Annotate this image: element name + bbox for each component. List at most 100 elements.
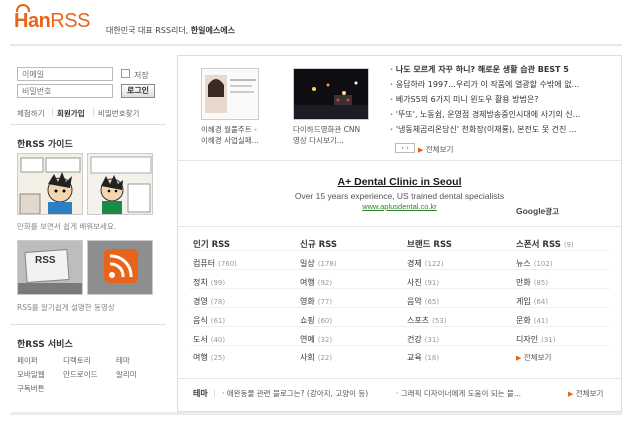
category-item[interactable]: 경영 (78) (193, 296, 225, 307)
signal-icon (16, 4, 30, 12)
category-column-title[interactable]: 스폰서 RSS (9) (516, 238, 574, 250)
comic-thumbnail-1[interactable] (17, 153, 83, 215)
theme-item-1[interactable]: · 애완동물 관련 블로그는? (강아지, 고양이 등) (222, 388, 368, 399)
category-item[interactable]: 건강 (31) (407, 334, 439, 345)
category-item-name: 경영 (193, 297, 208, 306)
service-subscribe-button[interactable]: 구독버튼 (17, 383, 45, 394)
featured-caption-1a[interactable]: 이혜경 월풀주트 - (201, 124, 257, 135)
category-row-divider (190, 250, 610, 251)
category-item-count: (32) (317, 336, 333, 344)
news-pager[interactable]: ‹ › (395, 143, 415, 153)
category-row-divider (190, 269, 610, 270)
news-more-link[interactable]: ▶ 전체보기 (418, 144, 453, 155)
video-thumbnail-2[interactable] (87, 240, 153, 295)
sidebar-divider (10, 324, 166, 325)
rss-card-photo (18, 241, 82, 294)
category-item-name: 만화 (516, 278, 531, 287)
hanrss-logo[interactable]: HanRSS (14, 4, 90, 33)
category-item[interactable]: 일상 (178) (300, 258, 337, 269)
category-item-name: 문화 (516, 316, 531, 325)
comic-thumbnail-2[interactable] (87, 153, 153, 215)
category-item[interactable]: 경제 (122) (407, 258, 444, 269)
category-item[interactable]: 사회 (22) (300, 352, 332, 363)
category-item-name: 컴퓨터 (193, 259, 216, 268)
category-item[interactable]: 영화 (77) (300, 296, 332, 307)
category-item-count: (178) (317, 260, 337, 268)
category-item-count: (40) (210, 336, 226, 344)
category-item[interactable]: 음악 (65) (407, 296, 439, 307)
service-directory[interactable]: 디렉토리 (63, 355, 91, 366)
category-item[interactable]: 게임 (64) (516, 296, 548, 307)
find-password-link[interactable]: 비밀번호찾기 (98, 108, 139, 119)
theme-label: 테마 (193, 389, 208, 398)
featured-caption-2b[interactable]: 영상 다시보기... (293, 135, 344, 146)
category-item[interactable]: 여행 (92) (300, 277, 332, 288)
featured-caption-2a[interactable]: 다이하드영화관 CNN (293, 124, 360, 135)
category-item[interactable]: 스포츠 (53) (407, 315, 446, 326)
guide-video-caption[interactable]: RSS를 알기쉽게 설명한 동영상 (17, 302, 115, 313)
theme-more-link[interactable]: ▶ 전체보기 (568, 388, 603, 399)
trial-link[interactable]: 체험하기 (17, 108, 45, 119)
category-more-link[interactable]: ▶ 전체보기 (516, 352, 551, 363)
news-item[interactable]: '뚜또', 노동쉼, 운영점 경제방송중인시대에 사기의 신... (390, 109, 605, 120)
service-notifier[interactable]: 알리미 (116, 369, 137, 380)
save-checkbox[interactable] (121, 69, 130, 78)
category-title-label: 신규 RSS (300, 240, 338, 250)
service-theme[interactable]: 테마 (116, 355, 130, 366)
category-item[interactable]: 음식 (61) (193, 315, 225, 326)
category-item[interactable]: 쇼핑 (60) (300, 315, 332, 326)
footer-divider (10, 412, 622, 415)
featured-caption-1b[interactable]: 이혜경 사업실패... (201, 135, 259, 146)
category-item[interactable]: 도서 (40) (193, 334, 225, 345)
signup-link[interactable]: 회원가입 (57, 108, 85, 119)
login-button[interactable]: 로그인 (121, 84, 155, 98)
category-item[interactable]: 교육 (18) (407, 352, 439, 363)
google-logo-text: Google (516, 206, 546, 216)
category-column-title[interactable]: 브랜드 RSS (407, 238, 452, 250)
category-item-name: 게임 (516, 297, 531, 306)
category-item[interactable]: 문화 (41) (516, 315, 548, 326)
rss-feed-icon-photo (88, 241, 152, 294)
service-paper[interactable]: 페이퍼 (17, 355, 38, 366)
category-item[interactable]: 여행 (25) (193, 352, 225, 363)
news-more-label: 전체보기 (425, 145, 454, 154)
category-item[interactable]: 만화 (85) (516, 277, 548, 288)
ad-title[interactable]: A+ Dental Clinic in Seoul (178, 176, 621, 188)
ad-label: 광고 (545, 207, 560, 216)
category-item[interactable]: 뉴스 (102) (516, 258, 553, 269)
service-mobile-web[interactable]: 모바일웹 (17, 369, 45, 380)
category-column-title[interactable]: 신규 RSS (300, 238, 337, 250)
email-input[interactable]: 이메일 (17, 67, 113, 81)
category-item[interactable]: 디자인 (31) (516, 334, 555, 345)
category-item-count: (41) (533, 317, 549, 325)
category-item[interactable]: 컴퓨터 (760) (193, 258, 237, 269)
category-item-count: (85) (533, 279, 549, 287)
password-input[interactable]: 비밀번호 (17, 84, 113, 98)
tagline: 대한민국 대표 RSS리더, 한일에스에스 (106, 25, 235, 36)
category-more-label: 전체보기 (523, 353, 552, 362)
theme-item-1-label: 애완동물 관련 블로그는? (강아지, 고양이 등) (226, 389, 369, 398)
category-item-name: 여행 (193, 353, 208, 362)
google-ads-label[interactable]: Google광고 (516, 206, 559, 217)
news-item[interactable]: 베가S5의 6가지 미니 윈도우 활용 방법은? (390, 94, 605, 105)
news-item[interactable]: 응답하라 1997...우리가 이 작품에 열광할 수밖에 없... (390, 79, 605, 90)
category-item-count: (92) (317, 279, 333, 287)
link-separator: | (92, 107, 95, 116)
portrait-photo (202, 69, 258, 119)
category-row-divider (190, 326, 610, 327)
featured-thumbnail-2[interactable] (293, 68, 369, 120)
news-item[interactable]: '냉동체곰리온당신' 천화장(이재룡), 본전도 못 건진 ... (390, 124, 605, 135)
guide-comic-caption[interactable]: 만화를 보면서 쉽게 배워보세요. (17, 221, 116, 232)
category-item[interactable]: 정치 (99) (193, 277, 225, 288)
service-android[interactable]: 안드로이드 (63, 369, 98, 380)
featured-thumbnail-1[interactable] (201, 68, 259, 120)
theme-item-2[interactable]: · 그래픽 디자이너에게 도움이 되는 블... (396, 388, 521, 399)
news-item[interactable]: 나도 모르게 자꾸 하니? 해로운 생활 습관 BEST 5 (390, 64, 605, 75)
category-item-count: (18) (424, 354, 440, 362)
save-label: 저장 (134, 71, 149, 80)
category-column-title[interactable]: 인기 RSS (193, 238, 230, 250)
comic-illustration-1 (18, 154, 82, 214)
category-item[interactable]: 연예 (32) (300, 334, 332, 345)
video-thumbnail-1[interactable]: RSS (17, 240, 83, 295)
category-item[interactable]: 사진 (91) (407, 277, 439, 288)
